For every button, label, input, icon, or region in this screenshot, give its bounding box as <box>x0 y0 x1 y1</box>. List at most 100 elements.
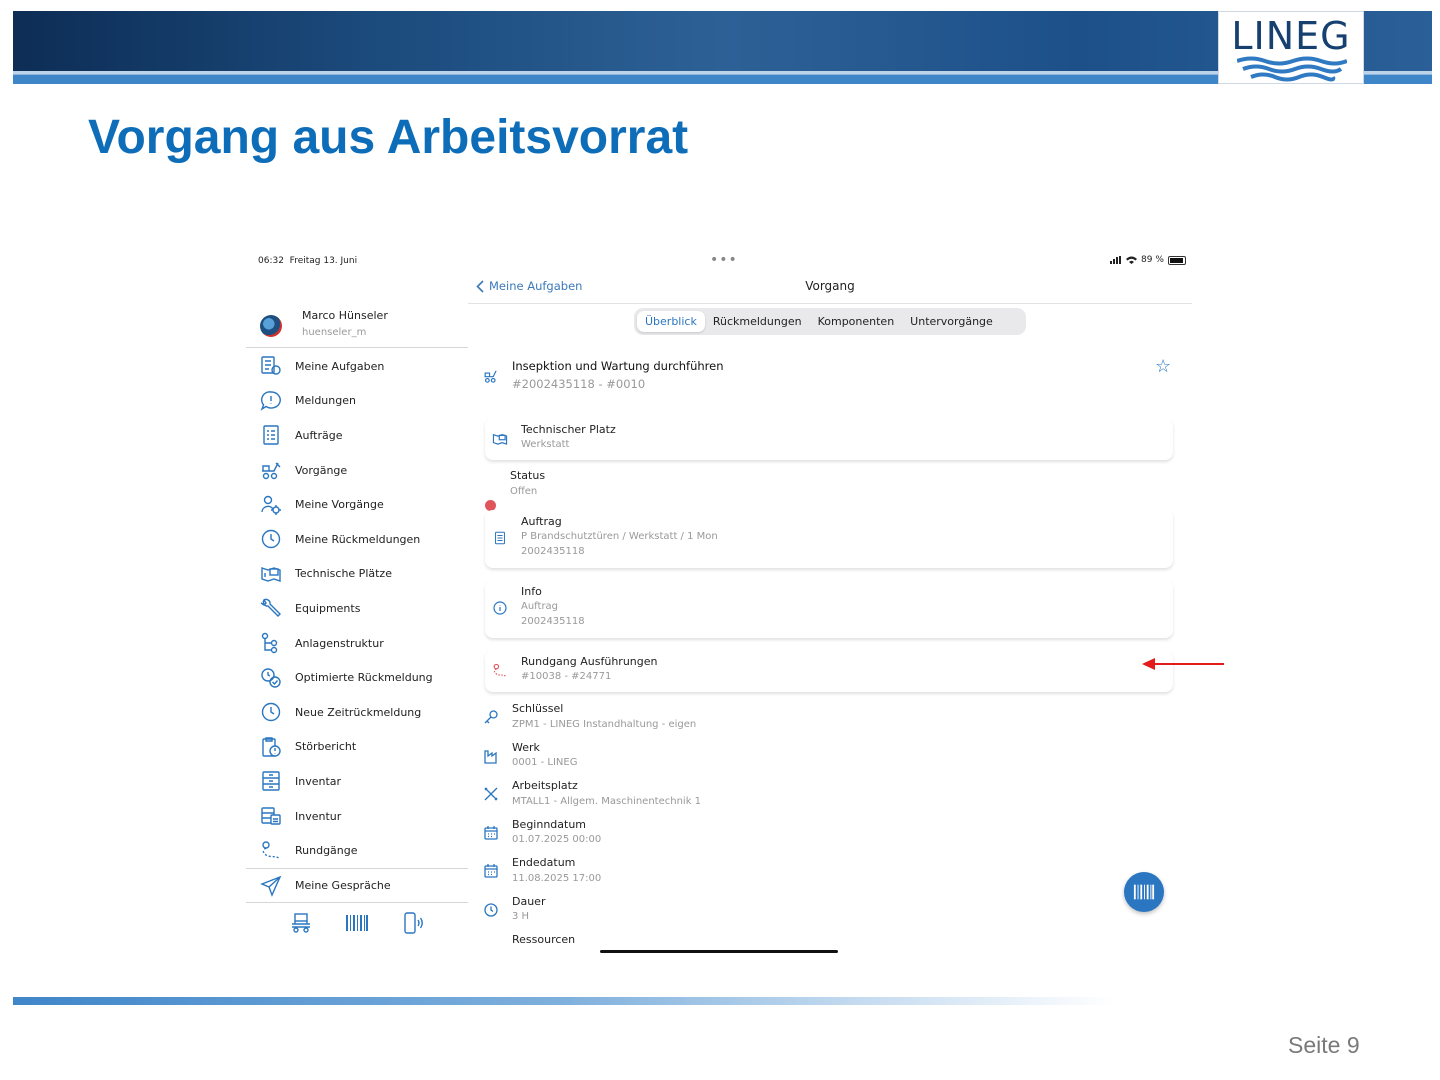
page-title: Vorgang <box>805 279 855 293</box>
field-value: #10038 - #24771 <box>521 671 612 682</box>
sidebar-item-meine-vorgaenge[interactable]: Meine Vorgänge <box>246 487 468 522</box>
field-label: Auftrag <box>521 515 562 528</box>
sidebar-item-label: Meine Gespräche <box>295 879 391 893</box>
field-value: 2002435118 <box>521 616 585 627</box>
navigation-bar: Meine Aufgaben Vorgang <box>468 272 1192 304</box>
sidebar-item-label: Aufträge <box>295 428 343 442</box>
status-value: Offen <box>510 486 538 497</box>
factory-icon <box>482 747 500 765</box>
sidebar-item-inventur[interactable]: Inventur <box>246 799 468 834</box>
forklift-icon[interactable] <box>288 910 314 936</box>
dauer-label: Dauer <box>512 895 546 908</box>
operation-title: Insepktion und Wartung durchführen <box>512 359 724 373</box>
key-icon <box>482 708 500 726</box>
sidebar-item-vorgaenge[interactable]: Vorgänge <box>246 453 468 488</box>
clock-icon <box>260 528 282 550</box>
schluessel-value: ZPM1 - LINEG Instandhaltung - eigen <box>512 719 697 730</box>
sidebar-item-label: Inventar <box>295 774 342 788</box>
field-label: Rundgang Ausführungen <box>521 655 658 668</box>
barcode-icon <box>1133 884 1155 900</box>
battery-percent: 89 % <box>1141 255 1164 265</box>
order-list-icon <box>260 424 282 446</box>
info-card[interactable]: Info Auftrag 2002435118 <box>485 580 1173 638</box>
tab-bar: Überblick Rückmeldungen Komponenten Unte… <box>634 308 1026 335</box>
sidebar-item-anlagenstruktur[interactable]: Anlagenstruktur <box>246 626 468 661</box>
auftrag-card[interactable]: Auftrag P Brandschutztüren / Werkstatt /… <box>485 510 1173 568</box>
tab-untervorgaenge[interactable]: Untervorgänge <box>902 311 1001 332</box>
clock-icon <box>482 901 500 919</box>
sidebar-item-meine-aufgaben[interactable]: Meine Aufgaben <box>246 349 468 384</box>
arbeitsplatz-label: Arbeitsplatz <box>512 779 578 792</box>
sidebar-item-label: Anlagenstruktur <box>295 636 384 650</box>
sidebar-item-label: Meine Aufgaben <box>295 359 385 373</box>
sidebar-nav: Meine Aufgaben Meldungen Aufträge Vorgän… <box>246 349 468 903</box>
sidebar-item-technische-plaetze[interactable]: Technische Plätze <box>246 557 468 592</box>
schluessel-label: Schlüssel <box>512 702 564 715</box>
endedatum-value: 11.08.2025 17:00 <box>512 873 602 884</box>
status-label: Status <box>510 469 546 482</box>
sidebar-item-meine-gespraeche[interactable]: Meine Gespräche <box>246 867 468 903</box>
sidebar-item-label: Technische Plätze <box>295 567 392 581</box>
inventory-count-icon <box>260 805 282 827</box>
sidebar-item-stoerbericht[interactable]: Störbericht <box>246 730 468 765</box>
werk-label: Werk <box>512 741 540 754</box>
nfc-phone-icon[interactable] <box>400 910 426 936</box>
favorite-star-icon[interactable]: ☆ <box>1155 356 1171 377</box>
field-value: Werkstatt <box>521 439 570 450</box>
sidebar-item-label: Vorgänge <box>295 463 348 477</box>
slide-title: Vorgang aus Arbeitsvorrat <box>88 111 689 164</box>
cabinet-icon <box>260 770 282 792</box>
sidebar-item-inventar[interactable]: Inventar <box>246 764 468 799</box>
arbeitsplatz-value: MTALL1 - Allgem. Maschinentechnik 1 <box>512 796 702 807</box>
hierarchy-icon <box>260 632 282 654</box>
sidebar-item-label: Rundgänge <box>295 844 358 858</box>
battery-icon <box>1167 255 1186 265</box>
sidebar-item-meine-rueckmeldungen[interactable]: Meine Rückmeldungen <box>246 522 468 557</box>
tools-icon <box>482 785 500 803</box>
tab-rueckmeldungen[interactable]: Rückmeldungen <box>705 311 810 332</box>
technischer-platz-card[interactable]: Technischer Platz Werkstatt <box>485 418 1173 460</box>
rundgang-card[interactable]: Rundgang Ausführungen #10038 - #24771 <box>485 650 1173 692</box>
sidebar-item-label: Meine Vorgänge <box>295 498 384 512</box>
tab-ueberblick[interactable]: Überblick <box>637 311 705 332</box>
dauer-value: 3 H <box>512 911 530 922</box>
tab-komponenten[interactable]: Komponenten <box>810 311 903 332</box>
field-label: Info <box>521 585 542 598</box>
order-list-icon <box>491 529 509 547</box>
send-icon <box>260 875 282 897</box>
annotation-arrow-icon <box>1142 658 1224 670</box>
sidebar-item-equipments[interactable]: Equipments <box>246 591 468 626</box>
avatar <box>260 315 282 337</box>
info-icon <box>491 599 509 617</box>
home-indicator <box>600 950 838 953</box>
sidebar-item-optimierte-rueckmeldung[interactable]: Optimierte Rückmeldung <box>246 660 468 695</box>
calendar-icon <box>482 824 500 842</box>
app-screenshot: 06:32 Freitag 13. Juni ••• 89 % Marco Hü… <box>246 250 1192 958</box>
sidebar-item-meldungen[interactable]: Meldungen <box>246 384 468 419</box>
functional-location-icon <box>260 563 282 585</box>
sidebar-item-auftraege[interactable]: Aufträge <box>246 418 468 453</box>
user-profile[interactable]: Marco Hünseler huenseler_m <box>246 300 468 348</box>
clock-icon <box>260 701 282 723</box>
optimized-confirmation-icon <box>260 667 282 689</box>
waves-icon <box>1237 56 1347 82</box>
functional-location-icon <box>491 430 509 448</box>
multitask-dots-icon[interactable]: ••• <box>710 252 738 268</box>
status-bar: 06:32 Freitag 13. Juni ••• 89 % <box>246 250 1192 272</box>
barcode-icon[interactable] <box>344 910 370 936</box>
sidebar-item-label: Meldungen <box>295 394 356 408</box>
sidebar-item-rundgaenge[interactable]: Rundgänge <box>246 833 468 868</box>
user-name: Marco Hünseler <box>302 309 388 322</box>
field-label: Technischer Platz <box>521 423 616 436</box>
sidebar-item-neue-zeitrueckmeldung[interactable]: Neue Zeitrückmeldung <box>246 695 468 730</box>
beginndatum-label: Beginndatum <box>512 818 587 831</box>
sidebar-item-label: Störbericht <box>295 740 357 754</box>
barcode-scan-button[interactable] <box>1124 872 1164 912</box>
message-alert-icon <box>260 390 282 412</box>
calendar-icon <box>482 862 500 880</box>
malfunction-report-icon <box>260 736 282 758</box>
endedatum-label: Endedatum <box>512 856 576 869</box>
operation-number: #2002435118 - #0010 <box>512 377 646 391</box>
operations-icon <box>260 459 282 481</box>
status-time: 06:32 <box>258 256 284 266</box>
